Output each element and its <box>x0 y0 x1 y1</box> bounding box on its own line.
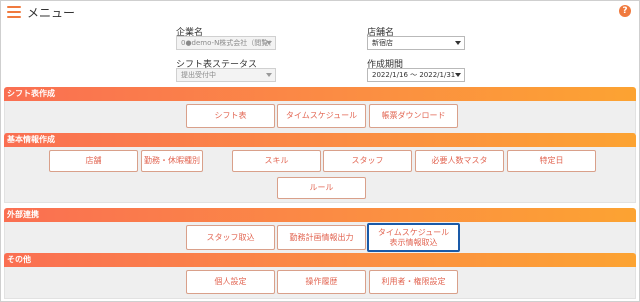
menu-window: メニュー ? 企業名 0●demo-N株式会社（閲覧： 店舗名 新宿店 シフト表… <box>0 0 640 302</box>
store-select[interactable]: 新宿店 <box>367 36 465 50</box>
period-select[interactable]: 2022/1/16 ～ 2022/1/31 <box>367 68 465 82</box>
chevron-down-icon <box>266 73 272 77</box>
hamburger-menu-icon[interactable] <box>7 6 21 18</box>
section-header: 外部連携 <box>4 208 636 222</box>
chevron-down-icon <box>455 41 461 45</box>
section-body: スタッフ取込 勤務計画情報出力 タイムスケジュール 表示情報取込 <box>4 222 636 255</box>
required-headcount-master-button[interactable]: 必要人数マスタ <box>415 150 504 172</box>
shift-status-select: 提出受付中 <box>176 68 276 82</box>
store-button[interactable]: 店舗 <box>49 150 138 172</box>
work-leave-type-button[interactable]: 勤務・休暇種別 <box>141 150 203 172</box>
page-title: メニュー <box>27 6 76 20</box>
period-value: 2022/1/16 ～ 2022/1/31 <box>372 71 456 79</box>
company-value: 0●demo-N株式会社（閲覧： <box>181 39 276 47</box>
section-header: その他 <box>4 253 636 267</box>
section-body: 個人設定 操作履歴 利用者・権限設定 <box>4 267 636 299</box>
chevron-down-icon <box>266 41 272 45</box>
store-value: 新宿店 <box>372 39 393 47</box>
chevron-down-icon <box>455 73 461 77</box>
section-header: シフト表作成 <box>4 87 636 101</box>
operation-history-button[interactable]: 操作履歴 <box>277 270 366 294</box>
company-select: 0●demo-N株式会社（閲覧： <box>176 36 276 50</box>
section-other: その他 個人設定 操作履歴 利用者・権限設定 <box>4 253 636 299</box>
specific-day-button[interactable]: 特定日 <box>507 150 596 172</box>
section-external-integration: 外部連携 スタッフ取込 勤務計画情報出力 タイムスケジュール 表示情報取込 <box>4 208 636 255</box>
time-schedule-display-import-button[interactable]: タイムスケジュール 表示情報取込 <box>367 223 460 252</box>
shift-table-button[interactable]: シフト表 <box>186 104 275 128</box>
section-body: シフト表 タイムスケジュール 帳票ダウンロード <box>4 101 636 134</box>
section-shift-creation: シフト表作成 シフト表 タイムスケジュール 帳票ダウンロード <box>4 87 636 134</box>
section-body: 店舗 勤務・休暇種別 スキル スタッフ 必要人数マスタ 特定日 ルール <box>4 147 636 203</box>
staff-import-button[interactable]: スタッフ取込 <box>186 225 275 250</box>
personal-settings-button[interactable]: 個人設定 <box>186 270 275 294</box>
user-permission-settings-button[interactable]: 利用者・権限設定 <box>369 270 458 294</box>
shift-status-value: 提出受付中 <box>181 71 216 79</box>
report-download-button[interactable]: 帳票ダウンロード <box>369 104 458 128</box>
section-basic-info: 基本情報作成 店舗 勤務・休暇種別 スキル スタッフ 必要人数マスタ 特定日 ル… <box>4 133 636 203</box>
skill-button[interactable]: スキル <box>232 150 321 172</box>
rule-button[interactable]: ルール <box>277 177 366 199</box>
time-schedule-button[interactable]: タイムスケジュール <box>277 104 366 128</box>
work-plan-export-button[interactable]: 勤務計画情報出力 <box>277 225 366 250</box>
section-header: 基本情報作成 <box>4 133 636 147</box>
help-icon[interactable]: ? <box>619 5 631 17</box>
staff-button[interactable]: スタッフ <box>323 150 412 172</box>
